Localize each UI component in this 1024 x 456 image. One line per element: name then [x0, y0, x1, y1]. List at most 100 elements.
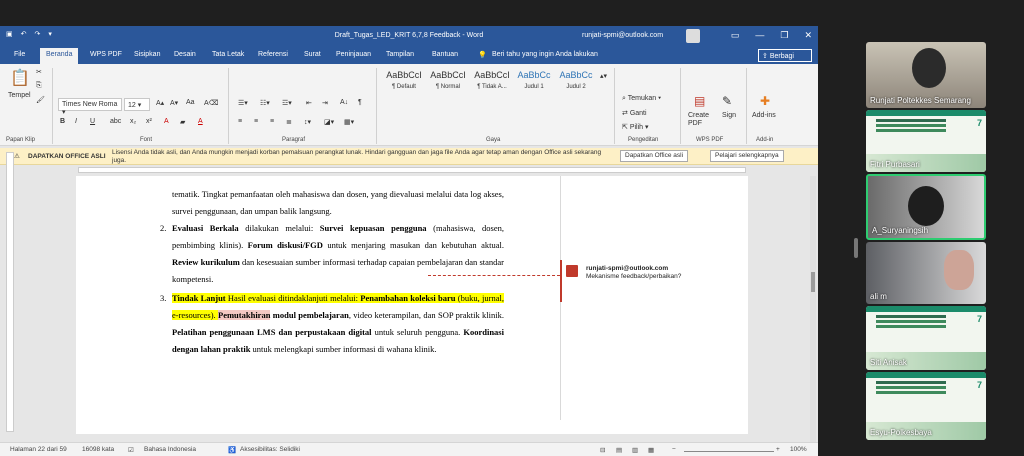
tab-file[interactable]: File	[14, 51, 25, 58]
account-name[interactable]: runjati-spmi@outlook.com	[582, 32, 663, 39]
italic-icon[interactable]: I	[75, 118, 77, 125]
change-case-icon[interactable]: Aa	[186, 99, 195, 106]
align-right-icon[interactable]: ≡	[270, 118, 274, 125]
ribbon-display-icon[interactable]: ▭	[731, 30, 740, 41]
next-page[interactable]	[76, 404, 748, 434]
tell-me-search[interactable]: Beri tahu yang ingin Anda lakukan	[492, 51, 598, 58]
tab-wps-pdf[interactable]: WPS PDF	[90, 51, 122, 58]
style-normal[interactable]: AaBbCcI ¶ Normal	[426, 70, 470, 106]
document-body[interactable]: tematik. Tingkat pemanfaatan oleh mahasi…	[160, 186, 504, 358]
tab-referensi[interactable]: Referensi	[258, 51, 288, 58]
grow-font-icon[interactable]: A▴	[156, 99, 164, 107]
close-button[interactable]: ✕	[804, 30, 812, 41]
styles-more-icon[interactable]: ▴▾	[600, 72, 607, 80]
style-tidak-ada-spasi[interactable]: AaBbCcI ¶ Tidak A...	[470, 70, 514, 106]
font-color-icon[interactable]: A	[198, 118, 203, 125]
tab-tampilan[interactable]: Tampilan	[386, 51, 414, 58]
show-marks-icon[interactable]: ¶	[358, 99, 362, 106]
avatar[interactable]	[686, 29, 700, 43]
shading-icon[interactable]: ◪▾	[324, 118, 334, 126]
word-count[interactable]: 16098 kata	[82, 446, 114, 453]
minimize-button[interactable]: —	[755, 30, 764, 41]
text-effects-icon[interactable]: A	[164, 118, 169, 125]
focus-icon[interactable]: ⊟	[600, 446, 605, 454]
line-spacing-icon[interactable]: ↕▾	[304, 118, 311, 126]
bullets-icon[interactable]: ☰▾	[238, 99, 248, 107]
multilevel-icon[interactable]: ☲▾	[282, 99, 292, 107]
tab-bantuan[interactable]: Bantuan	[432, 51, 458, 58]
font-name-select[interactable]: Times New Roma ▾	[58, 98, 122, 116]
accessibility-status[interactable]: Aksesibilitas: Selidiki	[240, 446, 300, 453]
decrease-indent-icon[interactable]: ⇤	[306, 99, 312, 107]
document-page[interactable]: tematik. Tingkat pemanfaatan oleh mahasi…	[76, 176, 748, 420]
slide-text	[876, 381, 946, 384]
learn-more-button[interactable]: Pelajari selengkapnya	[710, 150, 784, 162]
style-judul-2[interactable]: AaBbCc Judul 2	[554, 70, 598, 106]
numbering-icon[interactable]: ☷▾	[260, 99, 270, 107]
participant-tile[interactable]: ali m	[866, 242, 986, 304]
zoom-level[interactable]: 100%	[790, 446, 807, 453]
tab-tata-letak[interactable]: Tata Letak	[212, 51, 244, 58]
pdf-icon[interactable]: ▤	[694, 94, 705, 108]
zoom-slider[interactable]	[684, 451, 774, 452]
replace-button[interactable]: ⇄ Ganti	[622, 109, 647, 117]
participant-tile[interactable]: 7 Esyu-Polkesbaya	[866, 372, 986, 440]
sign-icon[interactable]: ✎	[722, 94, 732, 108]
language[interactable]: Bahasa Indonesia	[144, 446, 196, 453]
addins-icon[interactable]: ✚	[760, 94, 770, 108]
tab-surat[interactable]: Surat	[304, 51, 321, 58]
tab-sisipkan[interactable]: Sisipkan	[134, 51, 160, 58]
participant-tile-active[interactable]: A_Suryaningsih	[866, 174, 986, 240]
page-count[interactable]: Halaman 22 dari 59	[10, 446, 67, 453]
style-judul-1[interactable]: AaBbCc Judul 1	[512, 70, 556, 106]
tab-desain[interactable]: Desain	[174, 51, 196, 58]
tab-peninjauan[interactable]: Peninjauan	[336, 51, 371, 58]
maximize-button[interactable]: ❐	[780, 30, 788, 41]
participant-tile[interactable]: Runjati Poltekkes Semarang	[866, 42, 986, 108]
scrollbar-thumb[interactable]	[811, 272, 815, 292]
vertical-scrollbar[interactable]	[810, 176, 816, 442]
increase-indent-icon[interactable]: ⇥	[322, 99, 328, 107]
bold-icon[interactable]: B	[60, 118, 65, 125]
copy-icon[interactable]: ⎘	[36, 82, 42, 90]
highlight-icon[interactable]: ▰	[180, 118, 185, 126]
get-genuine-button[interactable]: Dapatkan Office asli	[620, 150, 689, 162]
comment-text[interactable]: Mekanisme feedback/perbaikan?	[586, 273, 681, 280]
align-left-icon[interactable]: ≡	[238, 118, 242, 125]
underline-icon[interactable]: U	[90, 118, 95, 125]
find-button[interactable]: ⌕ Temukan ▾	[622, 95, 661, 103]
cut-icon[interactable]: ✂	[36, 68, 42, 76]
style-default[interactable]: AaBbCcI ¶ Default	[382, 70, 426, 106]
addins-button[interactable]: Add-ins	[752, 112, 776, 119]
share-button[interactable]: ⇪ Berbagi	[758, 49, 812, 62]
subscript-icon[interactable]: x₂	[130, 118, 136, 125]
read-mode-icon[interactable]: ▤	[616, 446, 622, 454]
create-pdf-button[interactable]: Create PDF	[688, 112, 718, 128]
proofing-icon[interactable]: ☑	[128, 446, 134, 454]
panel-resize-handle[interactable]	[854, 238, 858, 258]
format-painter-icon[interactable]: 🖌	[36, 96, 45, 104]
justify-icon[interactable]: ≣	[286, 118, 292, 126]
superscript-icon[interactable]: x²	[146, 118, 152, 125]
print-layout-icon[interactable]: ▥	[632, 446, 638, 454]
tab-beranda[interactable]: Beranda	[40, 48, 79, 64]
strikethrough-icon[interactable]: abc	[110, 118, 121, 125]
participant-tile[interactable]: 7 Siti Anisak	[866, 306, 986, 370]
align-center-icon[interactable]: ≡	[254, 118, 258, 125]
sign-button[interactable]: Sign	[722, 112, 736, 119]
web-layout-icon[interactable]: ▦	[648, 446, 654, 454]
borders-icon[interactable]: ▦▾	[344, 118, 354, 126]
horizontal-ruler[interactable]	[0, 165, 818, 175]
clear-format-icon[interactable]: A⌫	[204, 99, 219, 107]
sort-icon[interactable]: A↓	[340, 99, 348, 106]
select-button[interactable]: ⇱ Pilih ▾	[622, 123, 649, 131]
participant-tile[interactable]: 7 Fitri Purbasari	[866, 110, 986, 172]
paste-button[interactable]: Tempel	[8, 92, 31, 99]
zoom-out-icon[interactable]: −	[672, 446, 676, 453]
font-size-select[interactable]: 12 ▾	[124, 98, 150, 111]
paste-icon[interactable]: 📋	[10, 68, 30, 88]
zoom-in-icon[interactable]: +	[776, 446, 780, 453]
shrink-font-icon[interactable]: A▾	[170, 99, 178, 107]
commented-text[interactable]: Pemutakhiran	[218, 310, 271, 320]
vertical-ruler[interactable]	[6, 152, 14, 432]
